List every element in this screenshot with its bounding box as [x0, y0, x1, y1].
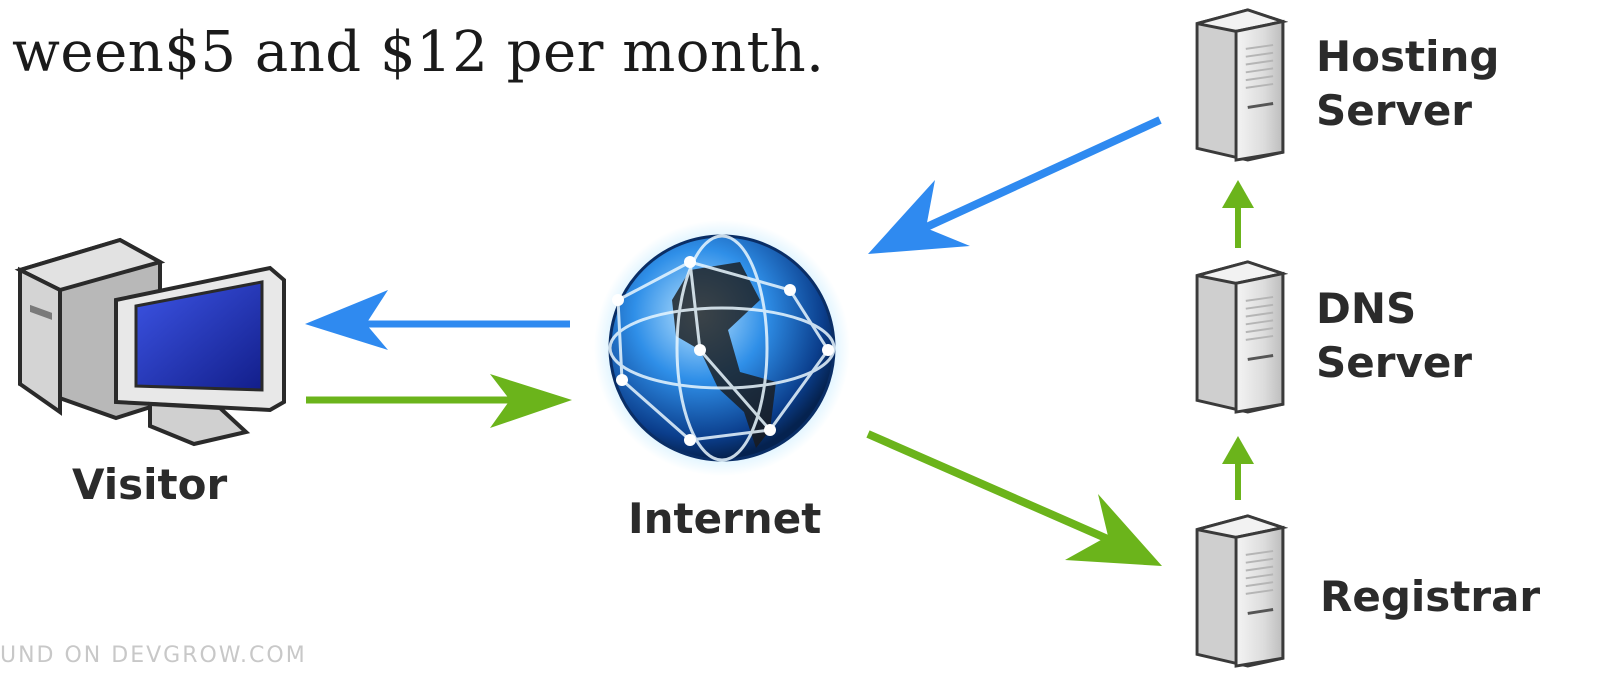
dns-server-label-line1: DNS [1316, 284, 1417, 333]
globe-icon [594, 220, 850, 476]
hosting-server-icon [1195, 8, 1285, 162]
arrow-registrar-to-dns [1222, 436, 1254, 500]
registrar-label: Registrar [1320, 570, 1540, 624]
dns-server-label-line2: Server [1316, 338, 1473, 387]
hosting-server-label: Hosting Server [1316, 30, 1499, 138]
registrar-server-icon [1195, 514, 1285, 668]
arrow-hosting-to-internet [868, 116, 1162, 254]
internet-label: Internet [628, 492, 821, 546]
visitor-computer-icon [14, 237, 286, 447]
visitor-label-text: Visitor [72, 460, 228, 509]
hosting-server-label-line2: Server [1316, 86, 1473, 135]
arrow-internet-to-registrar [866, 430, 1162, 566]
internet-label-text: Internet [628, 494, 822, 543]
dns-server-label: DNS Server [1316, 282, 1472, 390]
page-heading: ween$5 and $12 per month. [12, 20, 825, 85]
arrow-visitor-to-internet [306, 374, 572, 428]
watermark: UND ON DEVGROW.COM [0, 643, 307, 668]
dns-server-icon [1195, 260, 1285, 414]
registrar-label-text: Registrar [1320, 572, 1541, 621]
arrow-internet-to-visitor [305, 290, 570, 350]
hosting-server-label-line1: Hosting [1316, 32, 1500, 81]
visitor-label: Visitor [72, 458, 227, 512]
arrow-dns-to-hosting [1222, 180, 1254, 248]
